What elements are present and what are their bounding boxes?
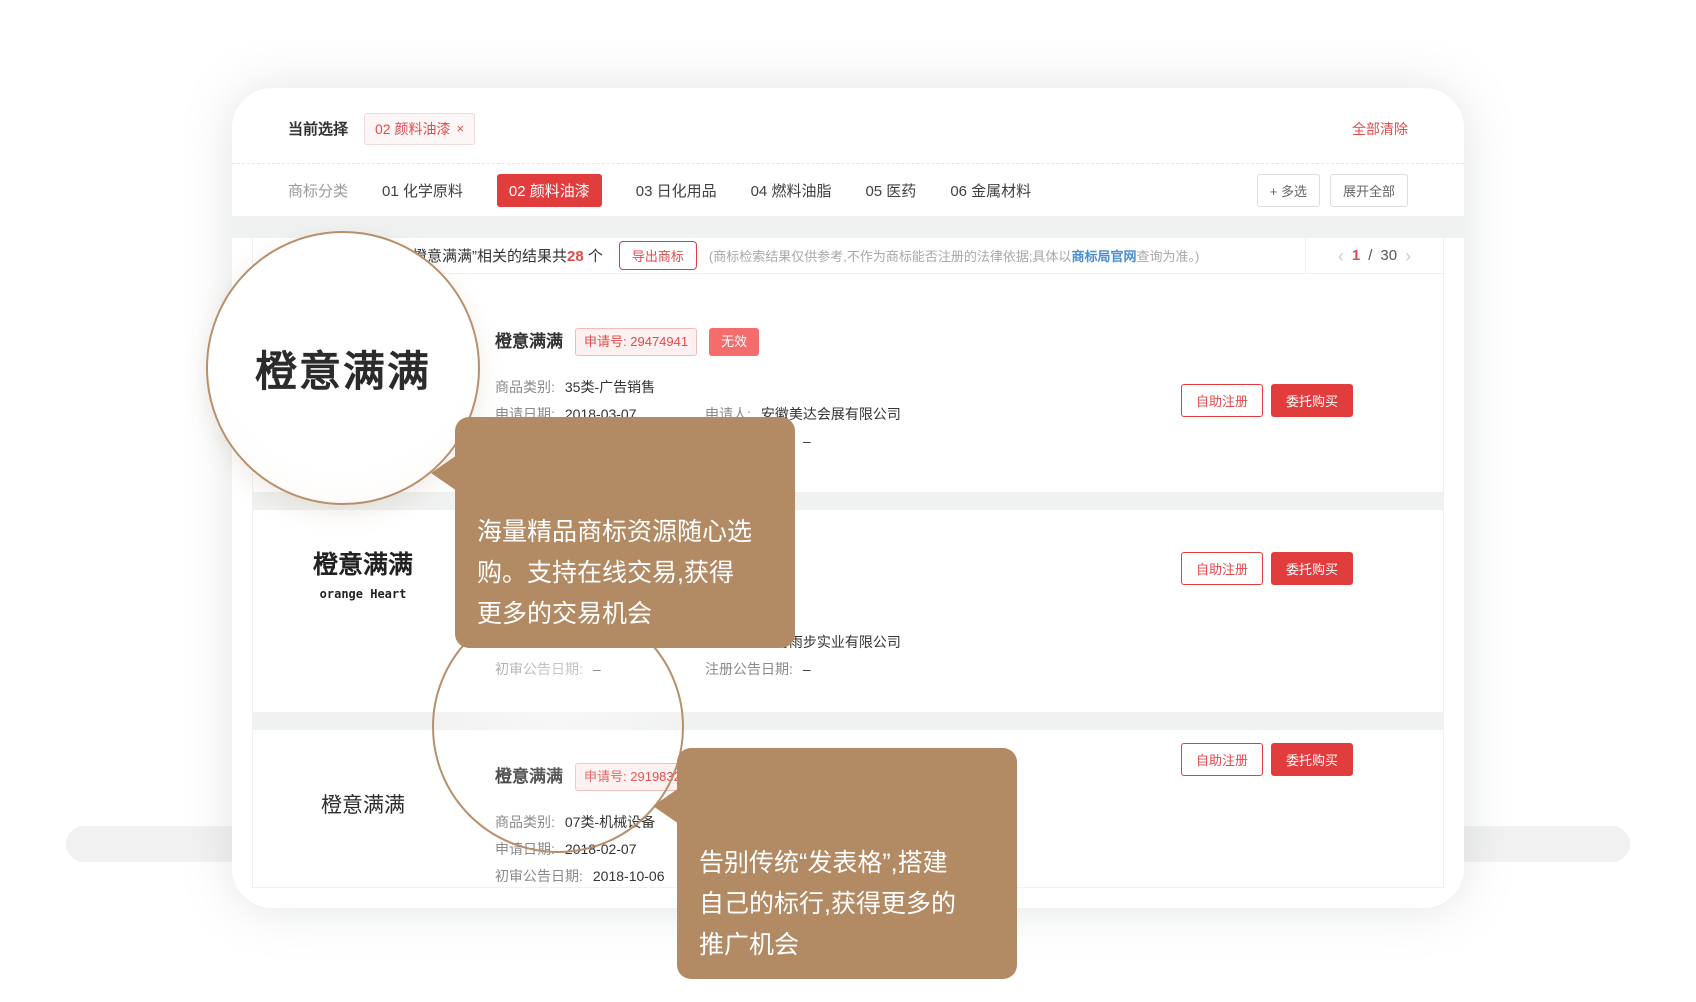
callout-arrow-left-icon — [431, 455, 457, 491]
tab-category-04[interactable]: 04 燃料油脂 — [751, 174, 832, 207]
self-register-button[interactable]: 自助注册 — [1181, 552, 1263, 585]
disclaimer-note-suffix: 查询为准。) — [1136, 249, 1199, 264]
registration-publication-value: – — [803, 662, 811, 676]
category-value: 35类-广告销售 — [565, 380, 655, 394]
magnified-trademark-text: 橙意满满 — [255, 338, 431, 399]
page-current: 1 — [1352, 247, 1360, 264]
page-total: 30 — [1380, 247, 1397, 264]
results-count: 28 — [567, 248, 584, 265]
disclaimer-note: (商标检索结果仅供参考,不作为商标能否注册的法律依据;具体以商标局官网查询为准。… — [709, 246, 1199, 265]
category-bar: 商标分类 01 化学原料 02 颜料油漆 03 日化用品 04 燃料油脂 05 … — [232, 164, 1464, 216]
selected-filter-tag[interactable]: 02 颜料油漆 × — [364, 113, 475, 145]
row-actions: 自助注册 委托购买 — [1181, 552, 1353, 585]
tab-category-02-active[interactable]: 02 颜料油漆 — [497, 174, 602, 207]
page: 当前选择 02 颜料油漆 × 全部清除 商标分类 01 化学原料 02 颜料油漆… — [0, 0, 1696, 1002]
application-number-label: 申请号: — [584, 334, 627, 349]
status-badge: 无效 — [709, 328, 759, 356]
section-divider — [232, 216, 1464, 238]
clear-all-button[interactable]: 全部清除 — [1352, 119, 1408, 139]
remove-filter-icon[interactable]: × — [456, 121, 464, 136]
multi-select-button[interactable]: + 多选 — [1257, 174, 1320, 207]
callout-arrow-left-icon — [653, 788, 679, 824]
trademark-thumbnail: 橙意满满 — [295, 738, 431, 870]
pagination: ‹ 1 / 30 › — [1305, 238, 1443, 273]
trademark-thumbnail-subtext: orange Heart — [320, 587, 407, 601]
application-number-badge: 申请号: 29474941 — [575, 328, 697, 356]
page-next-icon[interactable]: › — [1405, 247, 1411, 265]
row-divider — [253, 492, 1443, 510]
tab-category-05[interactable]: 05 医药 — [865, 174, 916, 207]
trademark-row: 橙意满满 orange Heart 橙意满满 申请号: 29482153 已注册… — [253, 510, 1443, 712]
trademark-thumbnail: 橙意满满 orange Heart — [295, 514, 431, 632]
page-prev-icon[interactable]: ‹ — [1338, 247, 1344, 265]
disclaimer-note-prefix: (商标检索结果仅供参考,不作为商标能否注册的法律依据;具体以 — [709, 249, 1072, 264]
tab-category-03[interactable]: 03 日化用品 — [636, 174, 717, 207]
page-separator: / — [1368, 247, 1372, 264]
trademark-office-link[interactable]: 商标局官网 — [1071, 249, 1136, 264]
self-register-button[interactable]: 自助注册 — [1181, 743, 1263, 776]
callout-bubble-trade-text: 海量精品商标资源随心选 购。支持在线交易,获得 更多的交易机会 — [477, 518, 752, 628]
callout-bubble-trade: 海量精品商标资源随心选 购。支持在线交易,获得 更多的交易机会 — [455, 417, 795, 648]
trademark-name: 橙意满满 — [495, 331, 563, 353]
first-publication-label: 初审公告日期: — [495, 869, 583, 883]
current-selection-bar: 当前选择 02 颜料油漆 × 全部清除 — [232, 88, 1464, 164]
row-actions: 自助注册 委托购买 — [1181, 743, 1353, 776]
category-label: 商品类别: — [495, 380, 555, 394]
export-trademarks-button[interactable]: 导出商标 — [619, 241, 697, 270]
selected-filter-tag-text: 02 颜料油漆 — [375, 119, 450, 139]
application-number-value: 29474941 — [630, 334, 688, 349]
first-publication-value: 2018-10-06 — [593, 869, 665, 883]
category-bar-label: 商标分类 — [288, 180, 348, 201]
tab-category-01[interactable]: 01 化学原料 — [382, 174, 463, 207]
self-register-button[interactable]: 自助注册 — [1181, 384, 1263, 417]
registration-publication-value: – — [803, 434, 811, 448]
current-selection-label: 当前选择 — [288, 118, 348, 139]
registration-publication-label: 注册公告日期: — [705, 662, 793, 676]
trademark-thumbnail-text: 橙意满满 — [313, 545, 413, 581]
results-summary-suffix: 个 — [584, 248, 603, 265]
trademark-thumbnail-text: 橙意满满 — [321, 789, 405, 819]
category-actions: + 多选 展开全部 — [1257, 174, 1408, 207]
tab-category-06[interactable]: 06 金属材料 — [950, 174, 1031, 207]
entrust-buy-button[interactable]: 委托购买 — [1271, 552, 1353, 585]
entrust-buy-button[interactable]: 委托购买 — [1271, 743, 1353, 776]
callout-bubble-promo: 告别传统“发表格”,搭建 自己的标行,获得更多的 推广机会 — [677, 748, 1017, 979]
callout-bubble-promo-text: 告别传统“发表格”,搭建 自己的标行,获得更多的 推广机会 — [699, 849, 956, 959]
expand-all-button[interactable]: 展开全部 — [1330, 174, 1408, 207]
row-actions: 自助注册 委托购买 — [1181, 384, 1353, 417]
entrust-buy-button[interactable]: 委托购买 — [1271, 384, 1353, 417]
